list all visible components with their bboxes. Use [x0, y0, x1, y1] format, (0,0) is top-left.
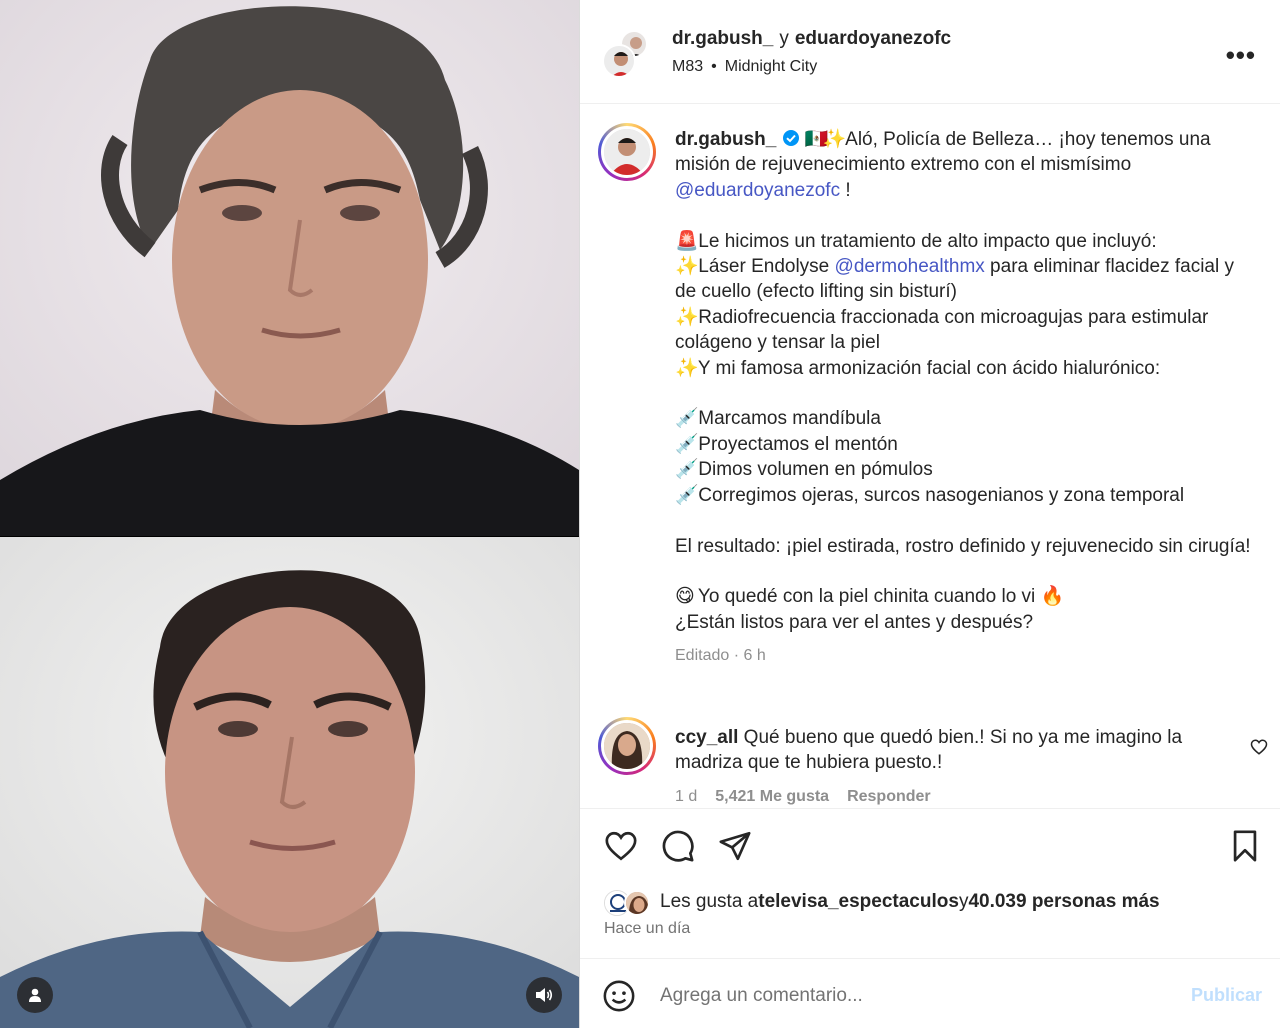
bullet-text: Marcamos mandíbula — [693, 408, 881, 430]
post-actions: Les gusta a televisa_espectaculos y 40.0… — [580, 808, 1280, 958]
reply-button[interactable]: Responder — [847, 788, 931, 805]
likes-middle: y — [958, 891, 969, 912]
post-media[interactable] — [0, 0, 579, 1028]
syringe-emoji: 💉 — [675, 408, 699, 430]
caption-treatment-intro: 🚨 Le hicimos un tratamiento de alto impa… — [675, 229, 1255, 254]
mention-dermohealthmx[interactable]: @dermohealthmx — [835, 256, 985, 277]
caption-armonizacion: ✨ Y mi famosa armonización facial con ác… — [675, 356, 1255, 381]
comment-meta: 1 d 5,421 Me gusta Responder — [675, 788, 949, 806]
caption-radiofrequency: ✨ Radiofrecuencia fraccionada con microa… — [675, 305, 1255, 356]
syringe-emoji: 💉 — [675, 433, 699, 455]
caption-bullet: 💉 Marcamos mandíbula — [675, 406, 1255, 431]
post-time[interactable]: Hace un día — [604, 920, 690, 938]
tagged-users-button[interactable] — [17, 977, 53, 1013]
liker-avatar — [624, 890, 650, 916]
audio-attribution[interactable]: M83 • Midnight City — [672, 58, 817, 76]
radio-text: Radiofrecuencia fraccionada con microagu… — [675, 306, 1209, 354]
comment-age[interactable]: 1 d — [675, 788, 697, 805]
liker-username[interactable]: televisa_espectaculos — [758, 891, 959, 913]
verified-badge-icon — [782, 130, 799, 146]
siren-emoji: 🚨 — [675, 230, 699, 252]
mention-eduardoyanezofc[interactable]: @eduardoyanezofc — [675, 180, 840, 201]
comment-bubble-icon[interactable] — [661, 829, 695, 863]
laser-text-pre: Láser Endolyse — [693, 256, 835, 278]
armon-text: Y mi famosa armonización facial con ácid… — [693, 357, 1161, 379]
share-paper-plane-icon[interactable] — [718, 829, 752, 863]
likes-summary[interactable]: Les gusta a televisa_espectaculos y 40.0… — [604, 887, 1160, 917]
audio-track: Midnight City — [724, 58, 818, 75]
likes-prefix: Les gusta a — [660, 891, 759, 912]
post-header: dr.gabush_ y eduardoyanezofc M83 • Midnight … — [580, 0, 1280, 104]
post-caption: dr.gabush_ 🇲🇽✨ Aló, Policía de Belleza… … — [675, 127, 1255, 669]
comment-body: ccy_all Qué bueno que quedó bien.! Si no… — [675, 725, 1235, 776]
caption-result: El resultado: ¡piel estirada, rostro def… — [675, 535, 1251, 557]
caption-bullet: 💉 Corregimos ojeras, surcos nasogenianos… — [675, 483, 1255, 508]
caption-username[interactable]: dr.gabush_ — [675, 129, 776, 150]
caption-laser: ✨ Láser Endolyse @dermohealthmx para eli… — [675, 254, 1255, 305]
comment-text: Qué bueno que quedó bien.! Si no ya me i… — [675, 727, 1183, 774]
audio-artist: M83 — [672, 58, 704, 75]
comment-input[interactable] — [660, 981, 1160, 1011]
reaction-text: Yo quedé con la piel chinita cuando lo v… — [693, 586, 1041, 608]
likes-others[interactable]: 40.039 personas más — [968, 891, 1159, 913]
caption-bullet: 💉 Dimos volumen en pómulos — [675, 457, 1255, 482]
caption-bullet: 💉 Proyectamos el mentón — [675, 432, 1255, 457]
user-icon — [29, 988, 41, 1002]
treatment-intro-text: Le hicimos un tratamiento de alto impact… — [693, 230, 1157, 252]
after-photo — [0, 537, 579, 1028]
bullet-text: Corregimos ojeras, surcos nasogenianos y… — [693, 484, 1185, 506]
syringe-emoji: 💉 — [675, 459, 699, 481]
mexico-flag-emoji: 🇲🇽 — [804, 129, 829, 150]
caption-author-avatar[interactable] — [598, 123, 656, 181]
caption-meta: Editado · 6 h — [675, 647, 766, 665]
before-photo — [0, 0, 579, 536]
collaborator-username[interactable]: eduardoyanezofc — [795, 28, 951, 49]
save-bookmark-icon[interactable] — [1228, 829, 1262, 863]
comment-author-avatar[interactable] — [598, 717, 656, 775]
comments-section[interactable]: dr.gabush_ 🇲🇽✨ Aló, Policía de Belleza… … — [580, 105, 1280, 808]
more-options-icon[interactable]: ••• — [1226, 40, 1256, 71]
like-heart-icon[interactable] — [604, 829, 638, 863]
audio-toggle-button[interactable] — [526, 977, 562, 1013]
comment-likes[interactable]: 5,421 Me gusta — [715, 788, 829, 805]
speaker-icon — [536, 988, 553, 1002]
publish-button[interactable]: Publicar — [1191, 985, 1262, 1006]
author-username[interactable]: dr.gabush_ — [672, 28, 773, 49]
caption-line1-end: ! — [840, 179, 851, 201]
bullet-text: Proyectamos el mentón — [693, 433, 898, 455]
audio-separator: • — [711, 58, 717, 75]
emoji-smiley-icon[interactable] — [602, 979, 636, 1013]
sparkles-emoji: ✨ — [675, 256, 699, 278]
post-side-panel: dr.gabush_ y eduardoyanezofc M83 • Midnight … — [579, 0, 1280, 1028]
caption-intro: dr.gabush_ 🇲🇽✨ Aló, Policía de Belleza… … — [675, 127, 1255, 203]
sparkles-emoji: ✨ — [822, 129, 847, 150]
caption-reaction: 😋 Yo quedé con la piel chinita cuando lo… — [675, 584, 1255, 609]
fire-emoji: 🔥 — [1040, 586, 1065, 608]
bullet-text: Dimos volumen en pómulos — [693, 459, 933, 481]
author-avatar[interactable] — [602, 44, 636, 78]
caption-question: ¿Están listos para ver el antes y despué… — [675, 611, 1034, 633]
sparkles-emoji: ✨ — [675, 306, 699, 328]
comment-username[interactable]: ccy_all — [675, 727, 738, 748]
sparkles-emoji: ✨ — [675, 357, 699, 379]
likers-avatars — [604, 888, 656, 916]
syringe-emoji: 💉 — [675, 484, 699, 506]
smile-emoji: 😋 — [675, 586, 695, 608]
post-authors: dr.gabush_ y eduardoyanezofc — [672, 28, 951, 50]
add-comment-bar: Publicar — [580, 958, 1280, 1028]
collab-avatars[interactable] — [602, 30, 650, 78]
comment-like-heart-icon[interactable] — [1250, 738, 1268, 756]
authors-connector: y — [779, 28, 789, 49]
